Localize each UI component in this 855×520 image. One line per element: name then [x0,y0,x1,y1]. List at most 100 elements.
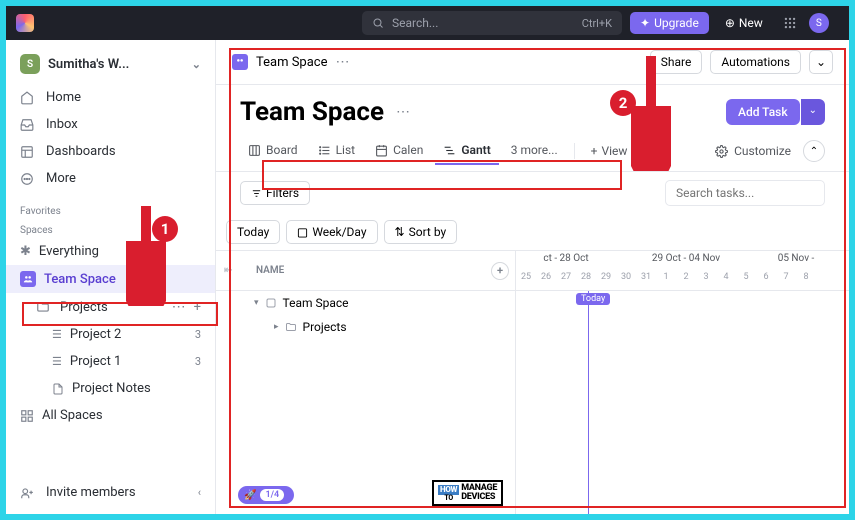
page-hero: Team Space ⋯ Add Task ⌄ [216,85,849,131]
topbar: Search... Ctrl+K ✦ Upgrade ⊕ New S [6,6,849,40]
day-cell: 30 [616,272,636,290]
filters-button[interactable]: Filters [240,181,310,205]
space-small-icon [265,297,277,309]
day-cell: 2 [676,272,696,290]
annotation-arrow-2 [631,56,671,171]
day-cell: 31 [636,272,656,290]
project1-count: 3 [195,355,201,368]
breadcrumb-title[interactable]: Team Space [256,55,328,70]
new-button[interactable]: ⊕ New [717,12,771,34]
user-avatar[interactable]: S [809,13,829,33]
global-search[interactable]: Search... Ctrl+K [362,11,622,35]
all-spaces-label: All Spaces [42,408,103,423]
add-column-button[interactable]: + [491,262,509,280]
plus-icon: + [591,144,598,158]
breadcrumb-space-icon [232,54,248,70]
gantt-tree-panel: ⇤ NAME + ▾ Team Space ▸ Projects [216,251,516,514]
view-gantt[interactable]: Gantt [435,137,498,165]
gantt-area: ⇤ NAME + ▾ Team Space ▸ Projects [216,250,849,514]
day-cell: 5 [736,272,756,290]
sidebar-project-notes[interactable]: Project Notes [6,375,215,402]
view-more[interactable]: 3 more... [503,137,566,165]
view-list[interactable]: List [310,137,364,165]
projects-dots-icon[interactable]: ⋯ [172,299,186,315]
gantt-name-header: ⇤ NAME + [216,251,515,291]
nav-more[interactable]: More [6,165,215,192]
list-icon: ☰ [52,355,62,368]
search-tasks-input[interactable] [665,180,825,206]
main-content: Team Space ⋯ Share Automations ⌄ Team Sp… [216,40,849,514]
filters-label: Filters [266,186,299,200]
team-space-icon [20,271,36,287]
view-list-label: List [336,143,356,157]
user-plus-icon [20,486,36,500]
day-cell: 25 [516,272,536,290]
customize-button[interactable]: Customize [715,144,791,158]
collapse-tree-icon[interactable]: ⇤ [224,265,232,276]
new-label: New [739,16,763,30]
sort-by-button[interactable]: ⇅ Sort by [384,220,458,244]
tree-team-space[interactable]: ▾ Team Space [216,291,515,315]
sidebar-team-space[interactable]: Team Space [6,265,215,293]
gantt-toolbar: Today Week/Day ⇅ Sort by [216,214,849,250]
sidebar-projects-folder[interactable]: Projects ⋯ + [6,293,215,321]
dashboard-icon [20,145,36,159]
view-gantt-label: Gantt [461,143,490,157]
timeline-header: ct - 28 Oct 29 Oct - 04 Nov 05 Nov - 252… [516,251,849,291]
team-space-label: Team Space [44,272,116,287]
workspace-selector[interactable]: S Sumitha's W... ⌄ [6,48,215,80]
week-day-button[interactable]: Week/Day [286,220,377,244]
wm-to: TO [438,495,459,502]
customize-label: Customize [734,144,791,158]
onboarding-progress: 1/4 [260,489,284,501]
nav-home[interactable]: Home [6,84,215,111]
automations-dropdown[interactable]: ⌄ [809,50,833,74]
upgrade-button[interactable]: ✦ Upgrade [630,12,709,34]
name-col-label: NAME [256,265,284,276]
sort-icon: ⇅ [395,225,405,239]
sidebar-all-spaces[interactable]: All Spaces [6,402,215,429]
onboarding-pill[interactable]: 🚀 1/4 [238,486,294,504]
caret-down-icon[interactable]: ▾ [254,298,259,308]
nav-more-label: More [46,171,76,186]
day-cell: 4 [716,272,736,290]
everything-label: Everything [39,244,99,259]
sidebar-everything[interactable]: ✱ Everything [6,238,215,265]
breadcrumb-dots-icon[interactable]: ⋯ [336,54,350,70]
workspace-badge: S [20,54,40,74]
annotation-number-2: 2 [610,90,636,116]
view-board[interactable]: Board [240,137,306,165]
day-cell: 8 [796,272,816,290]
automations-button[interactable]: Automations [710,50,801,74]
add-view-label: View [601,144,627,158]
app-logo[interactable] [16,14,34,32]
nav-inbox[interactable]: Inbox [6,111,215,138]
add-task-caret[interactable]: ⌄ [801,99,825,125]
collapse-button[interactable]: ⌃ [803,140,825,162]
apps-grid-icon[interactable] [779,12,801,34]
views-tabs: Board List Calen Gantt 3 more... [216,131,849,172]
search-kbd: Ctrl+K [582,17,612,30]
today-button[interactable]: Today [226,220,280,244]
sidebar-project-2[interactable]: ☰ Project 2 3 [6,321,215,348]
add-task-button[interactable]: Add Task [726,99,800,125]
chevron-left-icon[interactable]: ‹ [198,486,201,499]
title-dots-icon[interactable]: ⋯ [396,104,410,120]
project2-label: Project 2 [70,327,122,342]
invite-members[interactable]: Invite members ‹ [6,479,215,506]
nav-dashboards[interactable]: Dashboards [6,138,215,165]
workspace-name: Sumitha's W... [48,57,129,72]
gantt-timeline[interactable]: ct - 28 Oct 29 Oct - 04 Nov 05 Nov - 252… [516,251,849,514]
tree-projects[interactable]: ▸ Projects [216,315,515,339]
today-line [588,291,589,514]
caret-right-icon[interactable]: ▸ [274,322,279,332]
day-cell: 27 [556,272,576,290]
projects-plus-icon[interactable]: + [194,300,201,315]
everything-icon: ✱ [20,244,31,259]
add-view-button[interactable]: + View [583,138,636,164]
doc-icon [52,383,64,395]
grid-small-icon [20,409,34,423]
sidebar-project-1[interactable]: ☰ Project 1 3 [6,348,215,375]
timeline-days: 2526272829303112345678 [516,272,849,290]
view-calendar[interactable]: Calen [367,137,431,165]
